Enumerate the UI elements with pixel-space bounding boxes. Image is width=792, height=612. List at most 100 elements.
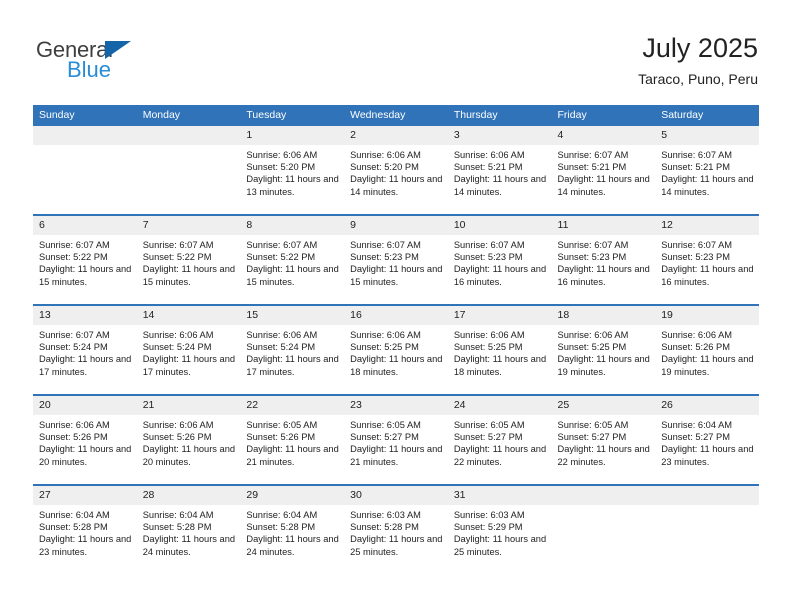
sunrise-text: Sunrise: 6:06 AM <box>142 330 214 340</box>
calendar-day-cell[interactable]: 6 Sunrise: 6:07 AM Sunset: 5:22 PM Daylight… <box>33 216 137 304</box>
daylight-text: Daylight: 11 hours and 21 minutes. <box>246 444 339 467</box>
calendar-day-cell[interactable]: 23 Sunrise: 6:05 AM Sunset: 5:27 PM Dayligh… <box>344 396 448 484</box>
sunrise-text: Sunrise: 6:05 AM <box>350 420 421 430</box>
daylight-text: Daylight: 11 hours and 25 minutes. <box>453 534 547 557</box>
sunset-text: Sunset: 5:28 PM <box>350 522 419 533</box>
day-number <box>136 126 241 145</box>
daylight-text: Daylight: 11 hours and 17 minutes. <box>246 354 339 377</box>
day-number: 26 <box>655 396 759 415</box>
day-number: 7 <box>136 216 241 235</box>
calendar-day-cell[interactable]: 17 Sunrise: 6:06 AM Sunset: 5:25 PM Dayligh… <box>447 306 552 394</box>
sunset-text: Sunset: 5:20 PM <box>246 162 316 173</box>
calendar-day-cell[interactable]: 21 Sunrise: 6:06 AM Sunset: 5:26 PM Dayligh… <box>136 396 241 484</box>
day-number: 14 <box>136 306 241 325</box>
daylight-text: Daylight: 11 hours and 22 minutes. <box>453 444 547 467</box>
daylight-text: Daylight: 11 hours and 23 minutes. <box>661 444 754 467</box>
day-number: 10 <box>447 216 552 235</box>
calendar-day-cell[interactable]: 12 Sunrise: 6:07 AM Sunset: 5:23 PM Dayligh… <box>655 216 759 304</box>
day-details: Sunrise: 6:07 AM Sunset: 5:21 PM Daylight:… <box>655 145 759 198</box>
sunset-text: Sunset: 5:29 PM <box>453 522 523 533</box>
day-details: Sunrise: 6:06 AM Sunset: 5:26 PM Daylight:… <box>137 415 241 468</box>
calendar-day-cell-empty <box>136 126 241 214</box>
calendar-day-cell[interactable]: 30 Sunrise: 6:03 AM Sunset: 5:28 PM Dayligh… <box>344 486 448 574</box>
calendar-week-row: 13 Sunrise: 6:07 AM Sunset: 5:24 PM Dayligh… <box>33 304 759 395</box>
calendar-day-cell[interactable]: 4 Sunrise: 6:07 AM Sunset: 5:21 PM Daylight… <box>551 126 656 214</box>
calendar-day-cell[interactable]: 26 Sunrise: 6:04 AM Sunset: 5:27 PM Dayligh… <box>655 396 759 484</box>
sunset-text: Sunset: 5:26 PM <box>246 432 316 443</box>
daylight-text: Daylight: 11 hours and 21 minutes. <box>350 444 443 467</box>
calendar-day-cell[interactable]: 3 Sunrise: 6:06 AM Sunset: 5:21 PM Daylight… <box>447 126 552 214</box>
day-details: Sunrise: 6:05 AM Sunset: 5:27 PM Daylight:… <box>552 415 656 468</box>
calendar-day-cell[interactable]: 1 Sunrise: 6:06 AM Sunset: 5:20 PM Daylight… <box>240 126 345 214</box>
calendar-day-cell[interactable]: 16 Sunrise: 6:06 AM Sunset: 5:25 PM Dayligh… <box>344 306 448 394</box>
day-details: Sunrise: 6:03 AM Sunset: 5:28 PM Daylight:… <box>344 505 448 558</box>
day-details: Sunrise: 6:04 AM Sunset: 5:28 PM Daylight:… <box>240 505 344 558</box>
calendar-week-row: 27 Sunrise: 6:04 AM Sunset: 5:28 PM Dayligh… <box>33 484 759 574</box>
daylight-text: Daylight: 11 hours and 23 minutes. <box>39 534 132 557</box>
sunrise-text: Sunrise: 6:06 AM <box>453 330 525 340</box>
sunrise-text: Sunrise: 6:04 AM <box>142 510 214 520</box>
day-details: Sunrise: 6:07 AM Sunset: 5:24 PM Daylight:… <box>33 325 137 378</box>
daylight-text: Daylight: 11 hours and 25 minutes. <box>350 534 443 557</box>
day-number: 9 <box>344 216 448 235</box>
calendar-day-cell[interactable]: 14 Sunrise: 6:06 AM Sunset: 5:24 PM Dayligh… <box>136 306 241 394</box>
daylight-text: Daylight: 11 hours and 20 minutes. <box>142 444 236 467</box>
sunset-text: Sunset: 5:24 PM <box>246 342 316 353</box>
day-details: Sunrise: 6:07 AM Sunset: 5:23 PM Daylight:… <box>448 235 552 288</box>
day-details: Sunrise: 6:06 AM Sunset: 5:21 PM Daylight:… <box>448 145 552 198</box>
calendar-day-cell[interactable]: 18 Sunrise: 6:06 AM Sunset: 5:25 PM Dayligh… <box>551 306 656 394</box>
calendar-day-cell[interactable]: 24 Sunrise: 6:05 AM Sunset: 5:27 PM Dayligh… <box>447 396 552 484</box>
day-number: 19 <box>655 306 759 325</box>
day-details: Sunrise: 6:06 AM Sunset: 5:24 PM Daylight:… <box>240 325 344 378</box>
sunset-text: Sunset: 5:26 PM <box>142 432 212 443</box>
day-number: 12 <box>655 216 759 235</box>
sunset-text: Sunset: 5:28 PM <box>39 522 108 533</box>
page-header: General Blue July 2025 Taraco, Puno, Per… <box>0 0 792 100</box>
sunrise-text: Sunrise: 6:06 AM <box>350 330 421 340</box>
day-number: 6 <box>33 216 137 235</box>
sunset-text: Sunset: 5:23 PM <box>557 252 627 263</box>
sunset-text: Sunset: 5:22 PM <box>39 252 108 263</box>
sunset-text: Sunset: 5:22 PM <box>142 252 212 263</box>
day-number: 29 <box>240 486 345 505</box>
calendar-day-cell[interactable]: 20 Sunrise: 6:06 AM Sunset: 5:26 PM Dayligh… <box>33 396 137 484</box>
day-details: Sunrise: 6:06 AM Sunset: 5:20 PM Daylight:… <box>240 145 344 198</box>
daylight-text: Daylight: 11 hours and 15 minutes. <box>350 264 443 287</box>
weekday-header-saturday: Saturday <box>655 105 759 126</box>
calendar-day-cell[interactable]: 13 Sunrise: 6:07 AM Sunset: 5:24 PM Dayligh… <box>33 306 137 394</box>
calendar-day-cell[interactable]: 29 Sunrise: 6:04 AM Sunset: 5:28 PM Dayligh… <box>240 486 345 574</box>
daylight-text: Daylight: 11 hours and 16 minutes. <box>453 264 547 287</box>
daylight-text: Daylight: 11 hours and 14 minutes. <box>453 174 547 197</box>
calendar-day-cell[interactable]: 8 Sunrise: 6:07 AM Sunset: 5:22 PM Daylight… <box>240 216 345 304</box>
weekday-header-monday: Monday <box>136 105 241 126</box>
calendar-day-cell[interactable]: 22 Sunrise: 6:05 AM Sunset: 5:26 PM Dayligh… <box>240 396 345 484</box>
calendar-day-cell[interactable]: 25 Sunrise: 6:05 AM Sunset: 5:27 PM Dayligh… <box>551 396 656 484</box>
day-details: Sunrise: 6:03 AM Sunset: 5:29 PM Daylight:… <box>448 505 552 558</box>
daylight-text: Daylight: 11 hours and 15 minutes. <box>246 264 339 287</box>
sunset-text: Sunset: 5:25 PM <box>453 342 523 353</box>
sunrise-text: Sunrise: 6:03 AM <box>350 510 421 520</box>
day-details: Sunrise: 6:06 AM Sunset: 5:25 PM Daylight:… <box>344 325 448 378</box>
sunrise-text: Sunrise: 6:07 AM <box>246 240 318 250</box>
calendar-day-cell[interactable]: 11 Sunrise: 6:07 AM Sunset: 5:23 PM Dayligh… <box>551 216 656 304</box>
daylight-text: Daylight: 11 hours and 20 minutes. <box>39 444 132 467</box>
day-details: Sunrise: 6:04 AM Sunset: 5:28 PM Daylight:… <box>33 505 137 558</box>
page-subtitle: Taraco, Puno, Peru <box>638 71 758 87</box>
calendar-day-cell[interactable]: 10 Sunrise: 6:07 AM Sunset: 5:23 PM Dayligh… <box>447 216 552 304</box>
calendar-day-cell[interactable]: 15 Sunrise: 6:06 AM Sunset: 5:24 PM Dayligh… <box>240 306 345 394</box>
calendar-day-cell[interactable]: 27 Sunrise: 6:04 AM Sunset: 5:28 PM Dayligh… <box>33 486 137 574</box>
daylight-text: Daylight: 11 hours and 16 minutes. <box>557 264 650 287</box>
calendar-day-cell[interactable]: 9 Sunrise: 6:07 AM Sunset: 5:23 PM Daylight… <box>344 216 448 304</box>
day-number: 17 <box>447 306 552 325</box>
calendar-day-cell[interactable]: 2 Sunrise: 6:06 AM Sunset: 5:20 PM Daylight… <box>344 126 448 214</box>
calendar-day-cell[interactable]: 31 Sunrise: 6:03 AM Sunset: 5:29 PM Dayligh… <box>447 486 552 574</box>
calendar-day-cell[interactable]: 19 Sunrise: 6:06 AM Sunset: 5:26 PM Dayligh… <box>655 306 759 394</box>
sunset-text: Sunset: 5:28 PM <box>142 522 212 533</box>
calendar-day-cell[interactable]: 5 Sunrise: 6:07 AM Sunset: 5:21 PM Daylight… <box>655 126 759 214</box>
calendar-week-row: 1 Sunrise: 6:06 AM Sunset: 5:20 PM Daylight… <box>33 126 759 215</box>
calendar-day-cell[interactable]: 28 Sunrise: 6:04 AM Sunset: 5:28 PM Dayligh… <box>136 486 241 574</box>
sunset-text: Sunset: 5:24 PM <box>39 342 108 353</box>
calendar-day-cell[interactable]: 7 Sunrise: 6:07 AM Sunset: 5:22 PM Daylight… <box>136 216 241 304</box>
sunrise-text: Sunrise: 6:04 AM <box>246 510 318 520</box>
day-number: 15 <box>240 306 345 325</box>
